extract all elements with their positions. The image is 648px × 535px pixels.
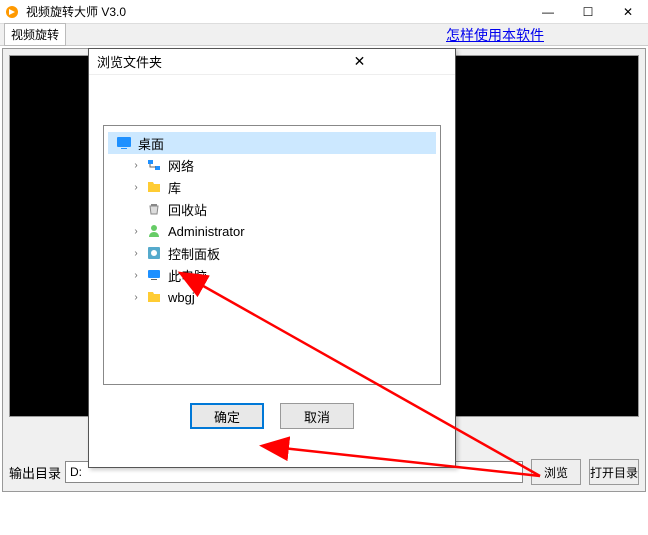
help-link[interactable]: 怎样使用本软件 [446,25,544,45]
tree-label: 此电脑 [166,266,207,285]
user-icon [146,223,162,239]
tree-item-wbgj[interactable]: › wbgj [126,286,436,308]
titlebar: 视频旋转大师 V3.0 — ☐ ✕ [0,0,648,24]
tree-item-control-panel[interactable]: › 控制面板 [126,242,436,264]
output-label: 输出目录 [9,463,61,482]
dialog-titlebar: 浏览文件夹 ✕ [89,49,455,75]
dialog-title-text: 浏览文件夹 [97,52,272,71]
close-button[interactable]: ✕ [608,1,648,23]
dialog-buttons: 确定 取消 [89,403,455,429]
app-icon [4,4,20,20]
tree-item-library[interactable]: › 库 [126,176,436,198]
tree-label: wbgj [166,290,195,305]
tree-label: 桌面 [136,134,164,153]
network-icon [146,157,162,173]
cancel-button[interactable]: 取消 [280,403,354,429]
control-panel-icon [146,245,162,261]
folder-icon [146,289,162,305]
recycle-icon [146,201,162,217]
expander-icon[interactable]: › [130,292,142,303]
tree-item-this-pc[interactable]: › 此电脑 [126,264,436,286]
maximize-button[interactable]: ☐ [568,1,608,23]
browse-folder-dialog: 浏览文件夹 ✕ 桌面 › 网络 › 库 回收站 [88,48,456,468]
folder-tree[interactable]: 桌面 › 网络 › 库 回收站 › Administrator [103,125,441,385]
window-controls: — ☐ ✕ [528,1,648,23]
menubar: 视频旋转 怎样使用本软件 [0,24,648,46]
expander-icon[interactable]: › [130,160,142,171]
tree-label: 控制面板 [166,244,220,263]
tree-label: 回收站 [166,200,207,219]
tree-item-recycle[interactable]: 回收站 [126,198,436,220]
tree-children: › 网络 › 库 回收站 › Administrator › [108,154,436,308]
tree-root-desktop[interactable]: 桌面 [108,132,436,154]
ok-button[interactable]: 确定 [190,403,264,429]
tree-label: 网络 [166,156,194,175]
computer-icon [146,267,162,283]
tree-item-network[interactable]: › 网络 [126,154,436,176]
window-title: 视频旋转大师 V3.0 [24,3,528,20]
expander-icon[interactable]: › [130,182,142,193]
desktop-icon [116,135,132,151]
expander-icon[interactable]: › [130,248,142,259]
tree-label: 库 [166,178,181,197]
expander-icon[interactable]: › [130,226,142,237]
tree-item-administrator[interactable]: › Administrator [126,220,436,242]
expander-icon[interactable]: › [130,270,142,281]
menu-rotate[interactable]: 视频旋转 [4,23,66,46]
dialog-close-button[interactable]: ✕ [272,53,447,70]
tree-label: Administrator [166,224,245,239]
minimize-button[interactable]: — [528,1,568,23]
open-dir-button[interactable]: 打开目录 [589,459,639,485]
browse-button[interactable]: 浏览 [531,459,581,485]
library-icon [146,179,162,195]
